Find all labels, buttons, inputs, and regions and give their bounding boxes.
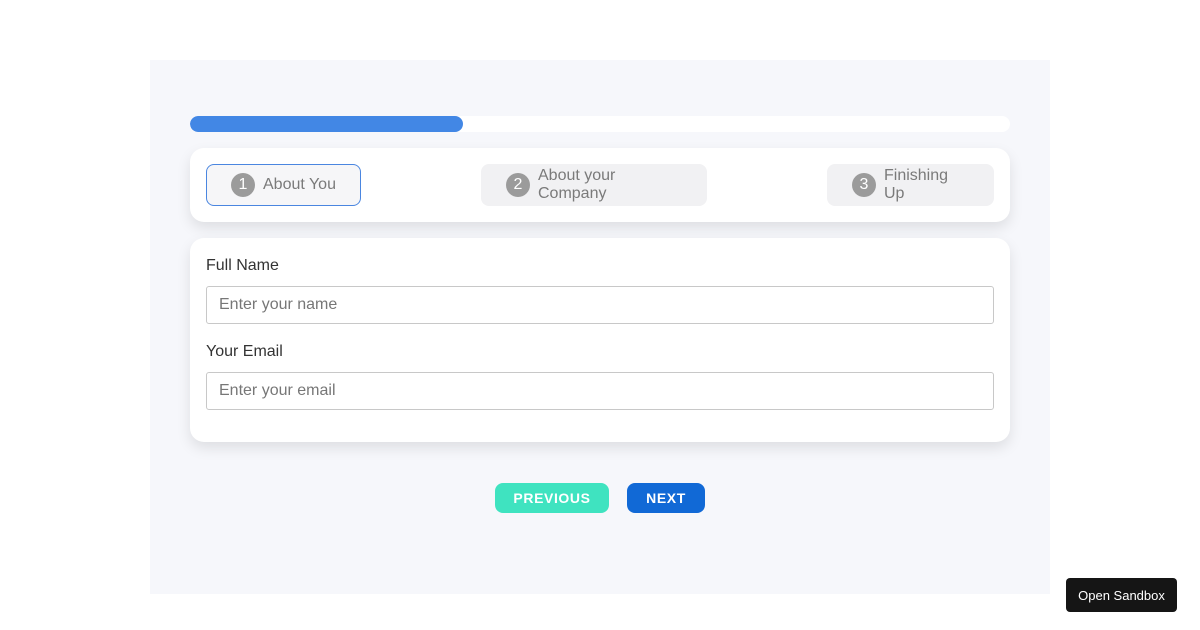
wizard-container: 1 About You 2 About your Company 3 Finis… xyxy=(150,60,1050,594)
step-label: About your Company xyxy=(538,167,616,202)
progress-bar-fill xyxy=(190,116,464,132)
progress-bar xyxy=(190,116,1010,132)
form-card: Full Name Your Email xyxy=(190,238,1010,442)
steps-header: 1 About You 2 About your Company 3 Finis… xyxy=(190,148,1010,222)
full-name-label: Full Name xyxy=(206,257,279,274)
open-sandbox-button[interactable]: Open Sandbox xyxy=(1066,578,1177,612)
step-finishing-up[interactable]: 3 Finishing Up xyxy=(827,164,994,206)
previous-button[interactable]: PREVIOUS xyxy=(495,483,609,513)
step-label: Finishing Up xyxy=(884,167,949,202)
step-about-you[interactable]: 1 About You xyxy=(206,164,361,206)
step-number-badge: 1 xyxy=(231,173,255,197)
step-number-badge: 3 xyxy=(852,173,876,197)
next-button[interactable]: NEXT xyxy=(627,483,705,513)
email-input[interactable] xyxy=(206,372,994,410)
step-number-badge: 2 xyxy=(506,173,530,197)
step-about-your-company[interactable]: 2 About your Company xyxy=(481,164,707,206)
step-label: About You xyxy=(263,176,336,193)
email-label: Your Email xyxy=(206,343,283,360)
full-name-input[interactable] xyxy=(206,286,994,324)
